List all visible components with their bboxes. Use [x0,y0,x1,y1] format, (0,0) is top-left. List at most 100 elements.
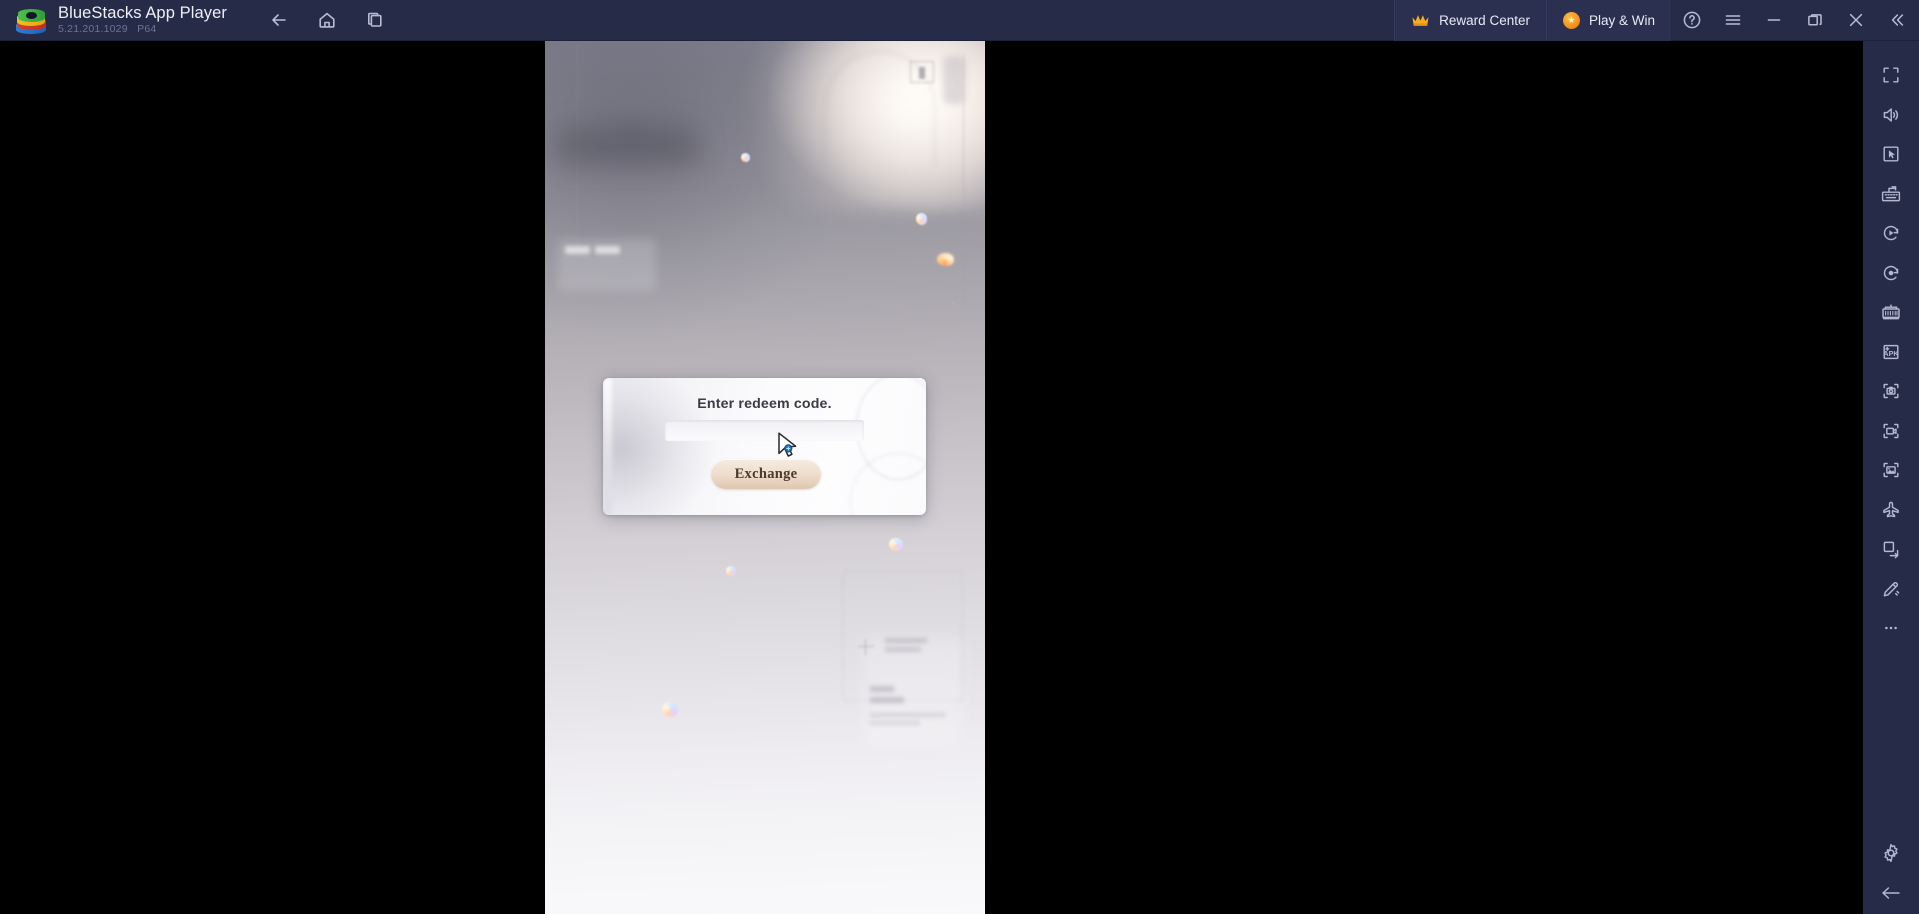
bg-panel [558,239,656,291]
hamburger-menu-icon [1725,15,1740,25]
cursor-in-frame-icon [1883,146,1899,162]
airplane-icon [1883,501,1899,517]
redeem-code-dialog: Enter redeem code. Exchange [603,378,926,515]
bg-lower-text-6 [870,721,920,725]
video-camera-icon [1883,423,1899,438]
bg-lower-text-1 [885,638,927,643]
dialog-arc-bottom [850,453,926,515]
recent-apps-button[interactable] [355,4,395,36]
bg-icon-box [910,61,934,83]
sidebar-item-settings[interactable] [1869,835,1913,871]
restore-window-icon [1807,14,1822,26]
crown-icon [1411,13,1430,28]
sidebar-item-multi-instance[interactable] [1869,294,1913,330]
bg-lower-text-4 [870,697,904,703]
sidebar-item-trim-memory[interactable] [1869,571,1913,607]
tool-sidebar: APK [1863,41,1919,914]
version-number: 5.21.201.1029 [58,23,128,35]
build-tag: P64 [137,23,157,35]
close-button[interactable] [1835,0,1876,41]
sidebar-item-media-manager[interactable] [1869,452,1913,488]
bg-text-b [573,236,591,240]
bg-vline-left [577,43,579,343]
svg-text:APK: APK [1883,349,1899,358]
help-button[interactable] [1671,0,1712,41]
reward-center-label: Reward Center [1439,12,1530,28]
redeem-code-input[interactable] [665,420,864,441]
sidebar-item-eco-mode[interactable] [1869,492,1913,528]
sparkle-6 [726,566,736,576]
android-nav-buttons [259,4,395,36]
title-block: BlueStacks App Player 5.21.201.1029 P64 [58,4,227,36]
bg-lower-panel [863,636,963,746]
gear-icon [1884,843,1898,863]
reward-center-button[interactable]: Reward Center [1394,0,1546,41]
bg-text-a [573,228,623,233]
sidebar-item-keyboard-controls[interactable] [1869,176,1913,212]
bg-arch [825,51,935,166]
bg-plus [855,636,877,658]
camera-icon [1883,383,1899,399]
sidebar-item-cursor-control[interactable] [1869,136,1913,172]
sparkle-7 [662,702,678,717]
sidebar-item-more-options[interactable] [1869,610,1913,646]
dialog-title: Enter redeem code. [697,396,832,412]
sidebar-item-screen-record[interactable] [1869,413,1913,449]
keyboard-icon [1881,185,1901,201]
home-button[interactable] [307,4,347,36]
bg-figure [943,56,965,104]
collapse-sidebar-button[interactable] [1876,0,1917,41]
sidebar-item-volume[interactable] [1869,97,1913,133]
exchange-button[interactable]: Exchange [711,459,821,489]
home-icon [319,12,335,28]
arrow-left-icon [272,14,286,26]
fullscreen-icon [1883,67,1899,83]
play-and-win-button[interactable]: Play & Win [1545,0,1671,41]
app-title: BlueStacks App Player [58,4,228,22]
bluestacks-window: BlueStacks App Player 5.21.201.1029 P64 [0,0,1919,914]
bg-dark-blob [555,126,700,166]
rotate-device-icon [1883,541,1899,559]
question-circle-icon [1683,11,1700,29]
restore-button[interactable] [1794,0,1835,41]
bg-lower-frame [843,571,963,701]
pen-tilt-icon [1883,581,1900,596]
sparkle-3 [937,253,954,266]
gallery-icon [1883,462,1899,478]
play-and-win-label: Play & Win [1588,12,1655,28]
sidebar-item-back-bottom[interactable] [1869,875,1913,911]
bg-vline-right [963,55,965,305]
bg-dot-b [951,336,955,340]
sidebar-item-screenshot[interactable] [1869,373,1913,409]
sparkle-1 [741,153,750,162]
sidebar-item-fullscreen[interactable] [1869,57,1913,93]
bluestacks-logo-icon [16,6,46,34]
minimize-button[interactable] [1753,0,1794,41]
window-controls [1671,0,1919,41]
volume-icon [1883,107,1899,122]
sparkle-2 [916,213,927,225]
ellipsis-icon [1885,626,1897,630]
install-apk-icon: APK [1883,344,1899,359]
menu-button[interactable] [1712,0,1753,41]
macro-record-icon [1883,265,1899,280]
emulator-stage: Enter redeem code. Exchange [0,41,1863,914]
sidebar-item-macro-record[interactable] [1869,255,1913,291]
sidebar-item-macro-play[interactable] [1869,215,1913,251]
minimize-icon [1767,19,1780,21]
sidebar-item-rotate-device[interactable] [1869,531,1913,567]
arrow-left-long-icon [1882,886,1900,899]
app-logo [8,6,54,34]
title-bar: BlueStacks App Player 5.21.201.1029 P64 [0,0,1919,41]
sparkle-5 [889,538,903,551]
bg-lower-text-3 [870,686,894,692]
macro-play-icon [1883,225,1899,241]
star-badge-icon [1562,11,1580,29]
sidebar-item-install-apk[interactable]: APK [1869,334,1913,370]
bg-chip-b [595,246,620,254]
light-bloom [745,41,985,211]
app-version: 5.21.201.1029 P64 [58,23,227,36]
back-button[interactable] [259,4,299,36]
chevron-double-left-icon [1891,14,1903,26]
bg-lower-text-2 [885,647,921,652]
